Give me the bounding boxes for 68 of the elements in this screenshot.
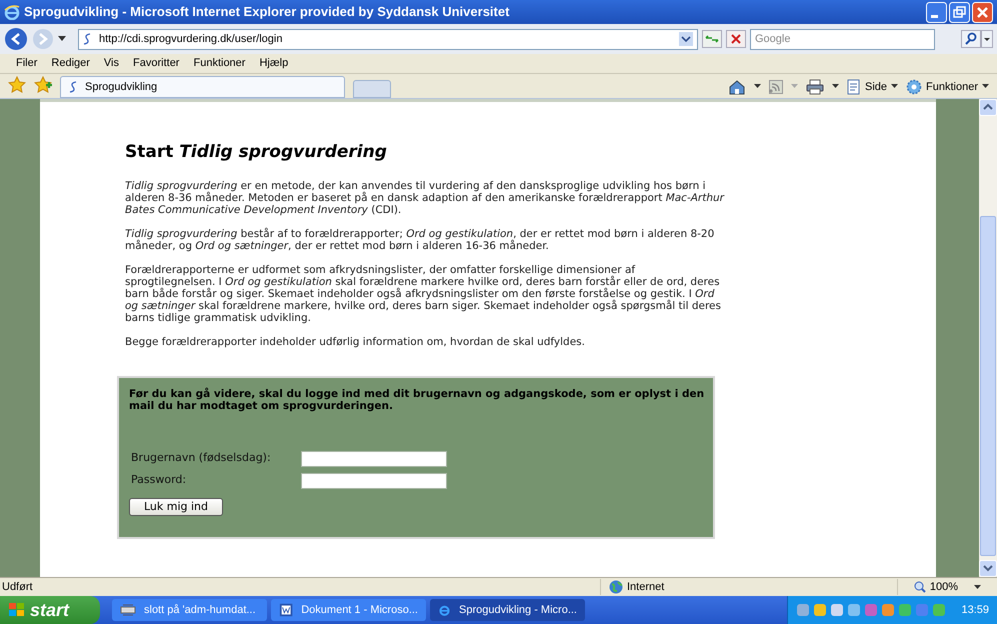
caret-icon[interactable] (754, 84, 761, 90)
command-button[interactable]: Side (864, 78, 888, 95)
start-button[interactable]: start (0, 596, 100, 624)
dropdown-icon[interactable] (679, 32, 693, 46)
dropdown-icon[interactable] (981, 30, 993, 48)
home-icon[interactable] (728, 78, 746, 95)
scroll-thumb[interactable] (980, 216, 996, 556)
command-button[interactable]: Funktioner (926, 78, 978, 95)
status-text: Udført (1, 580, 34, 595)
input-field[interactable] (301, 450, 447, 466)
field-label: Brugernavn (fødselsdag): (131, 450, 272, 466)
star-plus-icon[interactable] (34, 76, 52, 94)
taskbar-button[interactable]: slott på 'adm-humdat... (112, 599, 267, 621)
caret-icon[interactable] (891, 84, 898, 90)
paragraph: Tidlig sprogvurdering består af to forældrerapporter; Ord og gestikulation, der er rettet mod børn i alderen 8-20 måneder, og Ord og sætninger, der er rettet mod børn i alderen 16-36 måneder. (125, 228, 716, 252)
browser-tab[interactable]: Sprogudvikling (60, 76, 345, 98)
zone-text: Internet (627, 580, 664, 595)
stop-icon[interactable] (726, 30, 746, 48)
menu-item[interactable]: Funktioner (193, 55, 246, 72)
menu-item[interactable]: Vis (104, 55, 120, 72)
zoom-icon[interactable] (914, 581, 926, 593)
windows-logo-icon (8, 602, 26, 618)
globe-icon (609, 580, 623, 594)
network-drive-icon (120, 602, 136, 618)
scrollbar[interactable] (979, 99, 997, 577)
menu-item[interactable]: Filer (16, 55, 38, 72)
tray-icon[interactable] (830, 603, 844, 617)
input-field[interactable] (301, 472, 447, 488)
search-field[interactable]: Google (750, 28, 935, 50)
gear-icon (906, 78, 922, 95)
browser-logo-icon (4, 4, 20, 20)
site-icon (83, 33, 91, 45)
restore-button[interactable] (949, 2, 970, 22)
feed-icon[interactable] (768, 80, 783, 94)
search-button[interactable] (961, 30, 981, 48)
close-button[interactable] (972, 2, 993, 22)
scroll-down-button[interactable] (979, 560, 997, 577)
menu-item[interactable]: Favoritter (133, 55, 180, 72)
window-title: Sprogudvikling - Microsoft Internet Explorer provided by Syddansk Universitet (24, 3, 510, 22)
minimize-button[interactable] (926, 2, 947, 22)
zoom-level[interactable]: 100% (930, 578, 958, 596)
tray-icon[interactable] (813, 603, 827, 617)
caret-icon[interactable] (982, 84, 989, 90)
page-heading: Start Tidlig sprogvurdering (125, 141, 388, 164)
field-label: Password: (131, 472, 188, 488)
page-icon (846, 78, 861, 95)
site-icon (69, 81, 77, 93)
star-icon[interactable] (8, 76, 26, 94)
taskbar-button[interactable]: Sprogudvikling - Micro... (430, 599, 585, 621)
caret-icon[interactable] (974, 584, 981, 590)
paragraph: Begge forældrerapporter indeholder udførlig information om, hvordan de skal udfyldes. (125, 336, 586, 348)
taskbar-button[interactable]: Dokument 1 - Microso... (271, 599, 426, 621)
menu-item[interactable]: Rediger (51, 55, 90, 72)
login-instructions: Før du kan gå videre, skal du logge ind med dit brugernavn og adgangskode, som er oplyst i den mail du har modtaget om sprogvurderingen. (129, 388, 706, 412)
scroll-up-button[interactable] (979, 99, 997, 116)
paragraph: Tidlig sprogvurdering er en metode, der kan anvendes til vurdering af den dansksproglige udvikling hos børn i alderen 8-36 måneder. Metoden er baseret på en dansk adaption af den amerikanske forældrerapport Mac-Arthur Bates Communicative Development Inventory (CDI). (125, 180, 725, 216)
login-button[interactable]: Luk mig ind (129, 498, 223, 516)
caret-icon[interactable] (58, 36, 66, 42)
address-field[interactable]: http://cdi.sprogvurdering.dk/user/login (78, 28, 698, 50)
document-icon (279, 602, 294, 618)
menu-item[interactable]: Hjælp (259, 55, 288, 72)
tray-icon[interactable] (847, 603, 861, 617)
clock: 13:59 (961, 602, 989, 618)
paragraph: Forældrerapporterne er udformet som afkrydsningslister, der omfatter forskellige dimensioner af sprogtilegnelsen. I Ord og gestikulation skal forældrene markere hvilke ord, deres barn forstår eller de ord, deres barn både forstår og siger. Skemaet indeholder også afkrydsningslister om den første forståelse og gestik. I Ord og sætninger skal forældrene markere, hvilke ord, deres barn siger. Skemaet indeholder også spørgsmål til deres barns tidlige grammatisk udvikling. (125, 264, 722, 324)
back-button[interactable] (4, 27, 28, 51)
printer-icon[interactable] (806, 78, 824, 95)
refresh-icon[interactable] (702, 30, 722, 48)
caret-icon[interactable] (832, 84, 839, 90)
